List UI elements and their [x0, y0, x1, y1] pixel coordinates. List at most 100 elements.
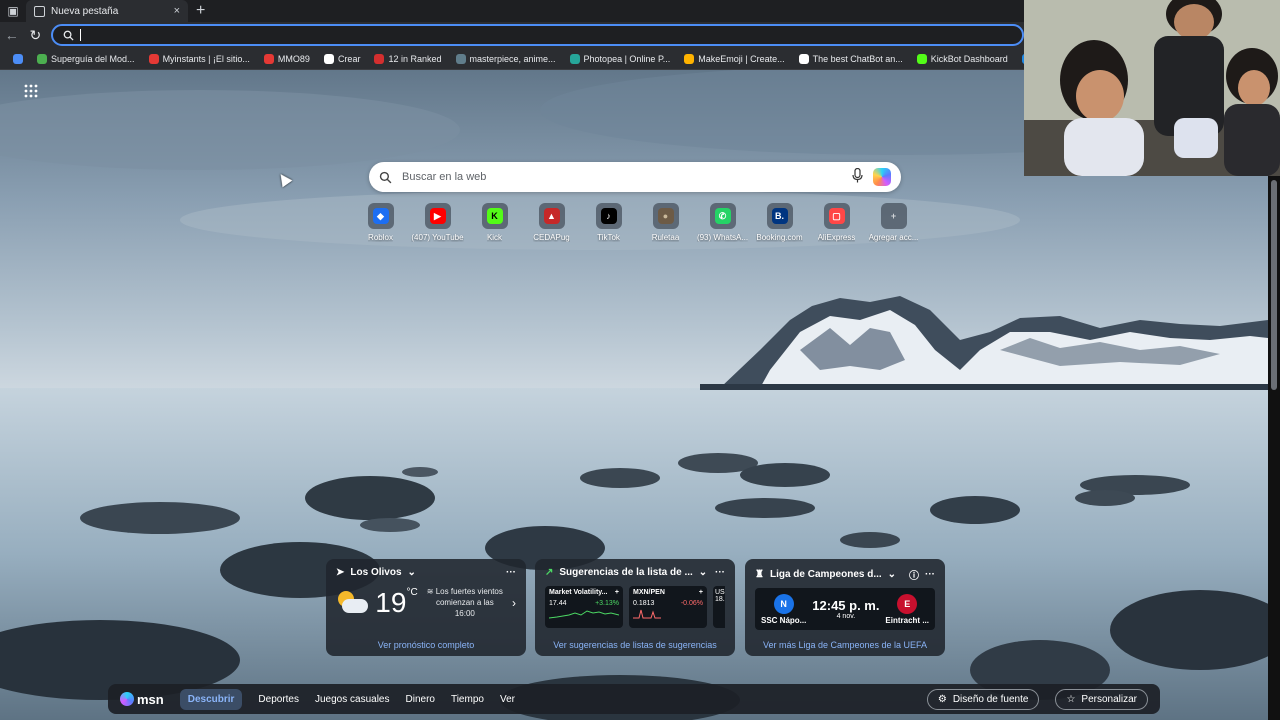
- bookmark-item[interactable]: KickBot Dashboard: [910, 53, 1015, 64]
- quick-link-tile[interactable]: ▲ CEDAPug: [523, 203, 580, 242]
- nav-casual-games[interactable]: Juegos casuales: [315, 694, 390, 705]
- tab-strip: ▣ Nueva pestaña × +: [0, 0, 1024, 22]
- bookmark-item[interactable]: tigger: [1015, 53, 1024, 64]
- bookmark-label: Superguía del Mod...: [51, 53, 135, 64]
- quick-link-label: TikTok: [597, 233, 620, 242]
- quick-link-tile[interactable]: ♪ TikTok: [580, 203, 637, 242]
- web-search-box[interactable]: Buscar en la web: [369, 162, 901, 192]
- quick-link-label: Roblox: [368, 233, 393, 242]
- weather-card[interactable]: ➤ Los Olivos ⌄ ··· 19°C ≋ Los fuertes vi…: [326, 559, 526, 656]
- quick-link-icon: ▲: [538, 203, 565, 229]
- nav-sports[interactable]: Deportes: [258, 694, 299, 705]
- nav-watch[interactable]: Ver: [500, 694, 515, 705]
- nav-discover[interactable]: Descubrir: [179, 688, 243, 710]
- info-icon[interactable]: ⓘ: [909, 567, 919, 582]
- quick-link-tile[interactable]: ● Ruletaa: [637, 203, 694, 242]
- watchlist-card[interactable]: ↗ Sugerencias de la lista de ... ⌄ ··· M…: [535, 559, 735, 656]
- reload-icon[interactable]: ↻: [24, 23, 48, 47]
- bookmark-label: Photopea | Online P...: [583, 53, 671, 64]
- page-scrollbar[interactable]: [1268, 176, 1280, 720]
- bookmark-favicon-icon: [323, 53, 334, 64]
- quick-links: ◆ Roblox ▶ (407) YouTube K Kick ▲ CEDAPug ♪ TikTo…: [352, 203, 922, 242]
- bookmark-item[interactable]: Superguía del Mod...: [30, 53, 142, 64]
- bookmark-item[interactable]: Photopea | Online P...: [563, 53, 678, 64]
- apps-grid-icon[interactable]: [24, 84, 42, 100]
- napoli-badge-icon: N: [773, 593, 794, 614]
- tab-new-tab[interactable]: Nueva pestaña ×: [26, 0, 188, 22]
- more-options-icon[interactable]: ···: [715, 567, 725, 578]
- window-menu-icon[interactable]: ▣: [0, 0, 26, 22]
- temperature-value: 19: [375, 586, 407, 618]
- sports-card[interactable]: ♜ Liga de Campeones d... ⌄ ⓘ ··· N SSC N…: [745, 559, 945, 656]
- nav-weather[interactable]: Tiempo: [451, 694, 484, 705]
- quick-link-tile[interactable]: + Agregar acc...: [865, 203, 922, 242]
- stock-sparkline: [633, 609, 661, 619]
- bookmark-favicon-icon: [148, 53, 159, 64]
- bookmark-label: Myinstants | ¡El sitio...: [162, 53, 250, 64]
- chevron-down-icon[interactable]: ⌄: [699, 567, 707, 578]
- back-icon[interactable]: ←: [0, 23, 24, 47]
- more-options-icon[interactable]: ···: [925, 569, 935, 580]
- msn-logo[interactable]: msn: [120, 692, 164, 707]
- feed-layout-button[interactable]: ⚙ Diseño de fuente: [926, 688, 1040, 710]
- quick-link-glyph: ◆: [372, 208, 389, 224]
- stock-tile-partial[interactable]: USI 18.5: [713, 586, 725, 628]
- bookmark-item[interactable]: Myinstants | ¡El sitio...: [142, 53, 257, 64]
- bookmark-label: KickBot Dashboard: [930, 53, 1008, 64]
- quick-link-glyph: ▲: [543, 208, 560, 224]
- bookmark-item[interactable]: 12 in Ranked: [367, 53, 448, 64]
- tab-close-icon[interactable]: ×: [174, 5, 180, 17]
- chevron-down-icon[interactable]: ⌄: [888, 569, 896, 580]
- quick-link-tile[interactable]: K Kick: [466, 203, 523, 242]
- address-input[interactable]: [51, 24, 1024, 46]
- bookmark-item[interactable]: MMO89: [257, 53, 317, 64]
- bookmark-app-icon[interactable]: [6, 53, 30, 64]
- chevron-right-icon[interactable]: ›: [512, 596, 516, 610]
- add-icon[interactable]: +: [699, 589, 703, 596]
- bookmark-label: 12 in Ranked: [388, 53, 442, 64]
- bookmark-label: MMO89: [277, 53, 310, 64]
- text-caret: [80, 29, 82, 41]
- personalize-button[interactable]: ☆ Personalizar: [1055, 688, 1148, 710]
- bookmark-item[interactable]: Crear: [317, 53, 368, 64]
- stock-value: 17.44: [549, 600, 567, 607]
- quick-link-tile[interactable]: ▶ (407) YouTube: [409, 203, 466, 242]
- location-arrow-icon: ➤: [336, 567, 345, 578]
- quick-link-label: AliExpress: [817, 233, 856, 242]
- scrollbar-thumb[interactable]: [1271, 180, 1277, 390]
- quick-link-icon: ▶: [424, 203, 451, 229]
- quick-link-label: Ruletaa: [651, 233, 680, 242]
- quick-link-label: Booking.com: [756, 233, 803, 242]
- webcam-overlay: [1024, 0, 1280, 176]
- watchlist-link[interactable]: Ver sugerencias de listas de sugerencias: [535, 640, 735, 650]
- match-tile[interactable]: N SSC Nápo... 12:45 p. m. 4 nov. E Eintr…: [755, 588, 935, 630]
- msn-butterfly-icon: [120, 692, 134, 706]
- quick-link-tile[interactable]: ✆ (93) WhatsA...: [694, 203, 751, 242]
- bookmark-item[interactable]: masterpiece, anime...: [449, 53, 563, 64]
- quick-link-tile[interactable]: ◆ Roblox: [352, 203, 409, 242]
- microphone-icon[interactable]: [852, 167, 863, 186]
- nav-money[interactable]: Dinero: [406, 694, 435, 705]
- msn-logo-text: msn: [137, 691, 164, 707]
- quick-link-tile[interactable]: B. Booking.com: [751, 203, 808, 242]
- search-placeholder[interactable]: Buscar en la web: [402, 171, 842, 183]
- quick-link-tile[interactable]: ▢ AliExpress: [808, 203, 865, 242]
- quick-link-glyph: ✆: [714, 208, 731, 224]
- bookmark-item[interactable]: The best ChatBot an...: [792, 53, 910, 64]
- quick-link-glyph: B.: [771, 208, 788, 224]
- quick-link-icon: K: [481, 203, 508, 229]
- copilot-icon[interactable]: [873, 168, 891, 186]
- new-tab-button[interactable]: +: [196, 3, 205, 19]
- bookmark-item[interactable]: MakeEmoji | Create...: [677, 53, 791, 64]
- quick-link-icon: ▢: [823, 203, 850, 229]
- chevron-down-icon[interactable]: ⌄: [408, 567, 416, 578]
- stock-name: Market Volatility...: [549, 589, 608, 596]
- sports-link[interactable]: Ver más Liga de Campeones de la UEFA: [745, 640, 945, 650]
- stock-tile[interactable]: MXN/PEN + 0.1813 -0.06%: [629, 586, 707, 628]
- quick-link-icon: +: [880, 203, 907, 229]
- weather-forecast-link[interactable]: Ver pronóstico completo: [326, 640, 526, 650]
- more-options-icon[interactable]: ···: [506, 567, 516, 578]
- stock-tile[interactable]: Market Volatility... + 17.44 +3.13%: [545, 586, 623, 628]
- add-icon[interactable]: +: [615, 589, 619, 596]
- wind-icon: ≋: [426, 587, 436, 596]
